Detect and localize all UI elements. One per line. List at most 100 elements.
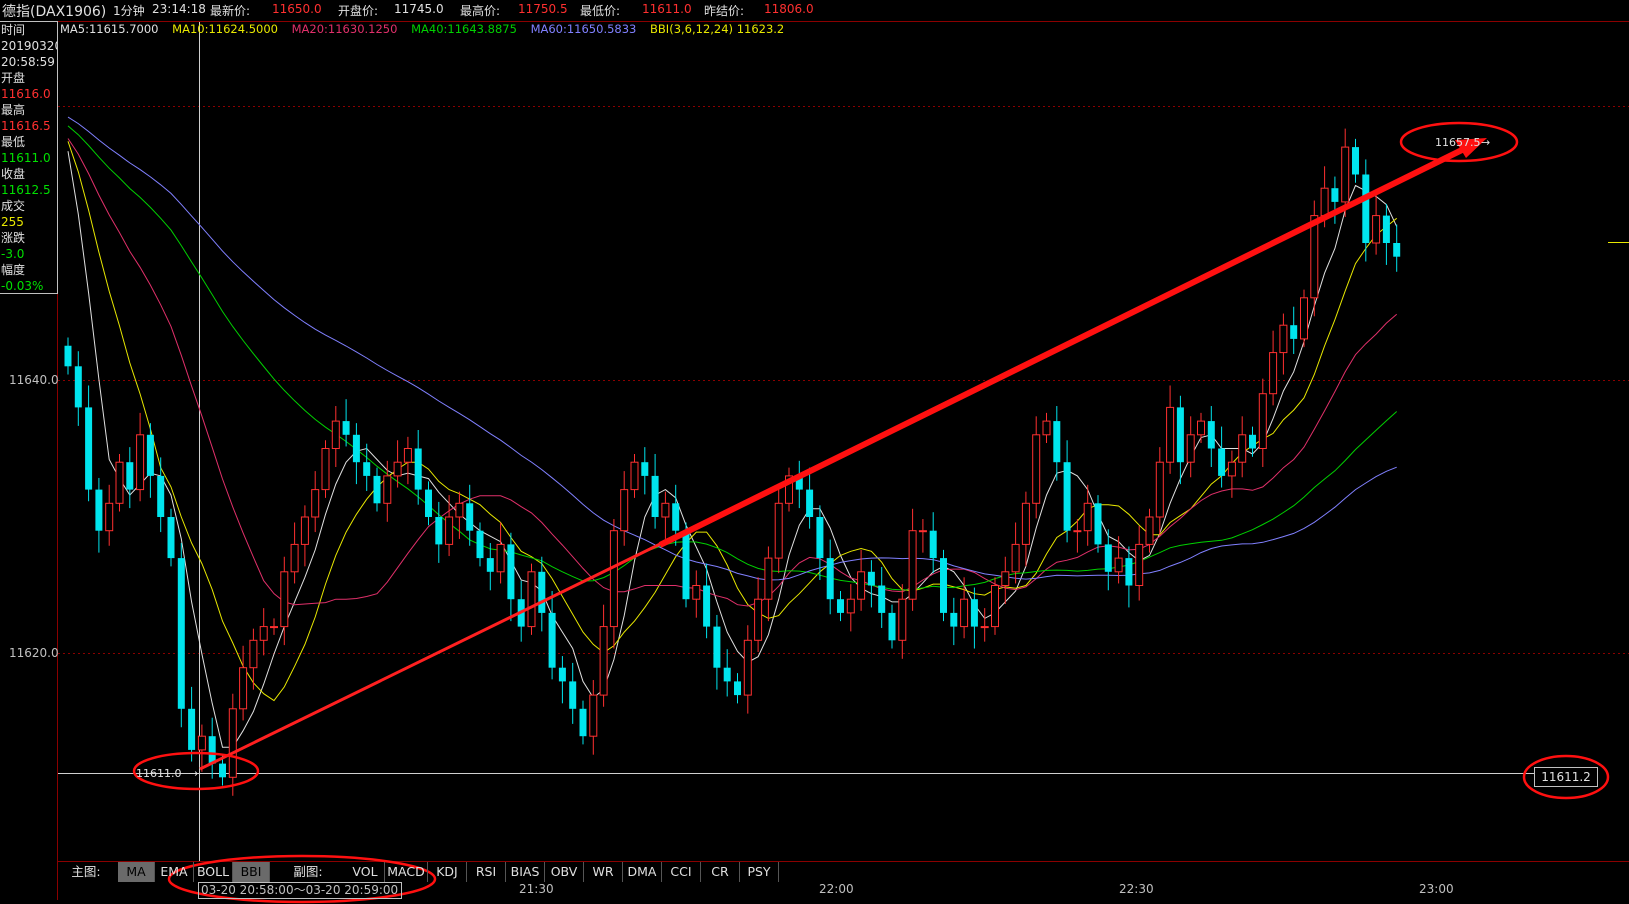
candle-body: [496, 543, 505, 573]
candle-body: [1341, 146, 1350, 203]
candle-body: [940, 558, 947, 613]
candle-body: [259, 626, 268, 641]
candle-body: [466, 503, 474, 531]
tab-rsi[interactable]: RSI: [467, 862, 506, 882]
candle-body: [620, 489, 629, 532]
y-axis-label: 11640.0: [9, 373, 59, 387]
tab-ma[interactable]: MA: [118, 862, 155, 882]
info-close: 11612.5: [1, 183, 51, 197]
time-tick-label: 22:00: [819, 882, 854, 896]
candle-body: [1197, 420, 1205, 436]
candle-body: [85, 407, 93, 490]
candle-body: [1331, 188, 1339, 202]
candle-body: [507, 544, 515, 600]
candle-body: [1269, 352, 1278, 395]
candle-body: [980, 626, 989, 629]
high-marker-arrow-icon: →: [1481, 136, 1490, 149]
candle-body: [136, 434, 145, 491]
candle-body: [774, 502, 783, 559]
tab-dma[interactable]: DMA: [623, 862, 662, 882]
candle-body: [846, 598, 855, 614]
tab-cr[interactable]: CR: [701, 862, 740, 882]
candle-body: [527, 571, 536, 628]
candle-body: [929, 530, 937, 559]
candle-body: [641, 462, 649, 476]
tab-wr[interactable]: WR: [584, 862, 623, 882]
candle-body: [599, 626, 608, 696]
candlestick-chart[interactable]: 11611.0 11657.5 → →: [0, 0, 1629, 904]
candle-body: [950, 612, 958, 627]
candle-body: [342, 421, 350, 435]
candle-body: [383, 475, 392, 504]
candle-body: [1042, 420, 1051, 436]
quote-header: 德指(DAX1906) 1分钟 23:14:18 最新价: 11650.0 开盘…: [0, 0, 1629, 22]
tab-vol[interactable]: VOL: [346, 862, 385, 882]
tab-kdj[interactable]: KDJ: [428, 862, 467, 882]
ma40-legend: MA40:11643.8875: [411, 22, 517, 36]
low-marker-arrow-icon: →: [189, 767, 198, 780]
ma40-line: [67, 125, 1398, 591]
candle-body: [991, 585, 999, 628]
ma20-line: [67, 138, 1398, 607]
candle-body: [630, 461, 639, 491]
candle-body: [548, 612, 556, 668]
candle-body: [445, 516, 454, 545]
period-label[interactable]: 1分钟: [113, 2, 145, 19]
tab-obv[interactable]: OBV: [545, 862, 584, 882]
open-price-label: 开盘价:: [338, 4, 379, 18]
candle-body: [403, 448, 412, 463]
candle-body: [538, 571, 546, 613]
tab-boll[interactable]: BOLL: [194, 862, 233, 882]
candle-body: [290, 543, 299, 573]
candle-body: [1021, 502, 1030, 545]
candle-body: [1290, 325, 1298, 339]
candle-body: [1063, 462, 1071, 531]
info-low-label: 最低: [1, 135, 26, 149]
low-price-label: 最低价:: [580, 4, 621, 18]
info-open-label: 开盘: [1, 71, 26, 85]
ma20-legend: MA20:11630.1250: [291, 22, 398, 36]
candle-body: [672, 503, 680, 531]
prev-settle-label: 昨结价:: [704, 4, 745, 18]
candle-body: [1249, 434, 1256, 449]
candle-body: [609, 530, 618, 628]
candle-body: [569, 681, 577, 709]
open-price-value: 11745.0: [394, 2, 444, 16]
time-tick-label: 21:30: [519, 882, 554, 896]
candles: [64, 128, 1401, 796]
candle-body: [960, 598, 969, 628]
candle-body: [970, 599, 978, 627]
info-time-label: 时间: [1, 23, 26, 37]
tab-macd[interactable]: MACD: [385, 862, 428, 882]
high-marker-label: 11657.5: [1435, 136, 1481, 149]
bar-info-panel: 时间 20190320 20:58:59 开盘 11616.0 最高 11616…: [0, 21, 58, 294]
candle-body: [177, 558, 185, 709]
tab-bias[interactable]: BIAS: [506, 862, 545, 882]
candle-body: [1372, 215, 1381, 244]
symbol-name: 德指(DAX1906): [2, 4, 107, 20]
main-chart-label: 主图:: [71, 864, 101, 879]
tab-cci[interactable]: CCI: [662, 862, 701, 882]
candle-body: [1186, 434, 1195, 463]
candle-body: [300, 516, 309, 545]
candle-body: [311, 489, 320, 518]
candle-body: [713, 626, 721, 668]
sub-chart-label: 副图:: [293, 864, 323, 879]
tab-ema[interactable]: EMA: [155, 862, 194, 882]
bbi-legend: BBI(3,6,12,24) 11623.2: [650, 22, 785, 36]
time-tick-label: 22:30: [1119, 882, 1154, 896]
candle-body: [898, 598, 907, 641]
tab-psy[interactable]: PSY: [740, 862, 779, 882]
candle-body: [703, 585, 711, 627]
candle-body: [857, 571, 866, 600]
candle-body: [1207, 421, 1215, 449]
candle-body: [806, 489, 814, 517]
clock-time: 23:14:18: [152, 2, 206, 16]
high-price-value: 11750.5: [518, 2, 568, 16]
candle-body: [115, 461, 124, 504]
candle-body: [228, 708, 237, 778]
tab-bbi[interactable]: BBI: [233, 862, 270, 882]
candle-body: [1382, 215, 1390, 243]
candle-body: [455, 502, 464, 518]
info-volume-label: 成交: [1, 199, 26, 213]
